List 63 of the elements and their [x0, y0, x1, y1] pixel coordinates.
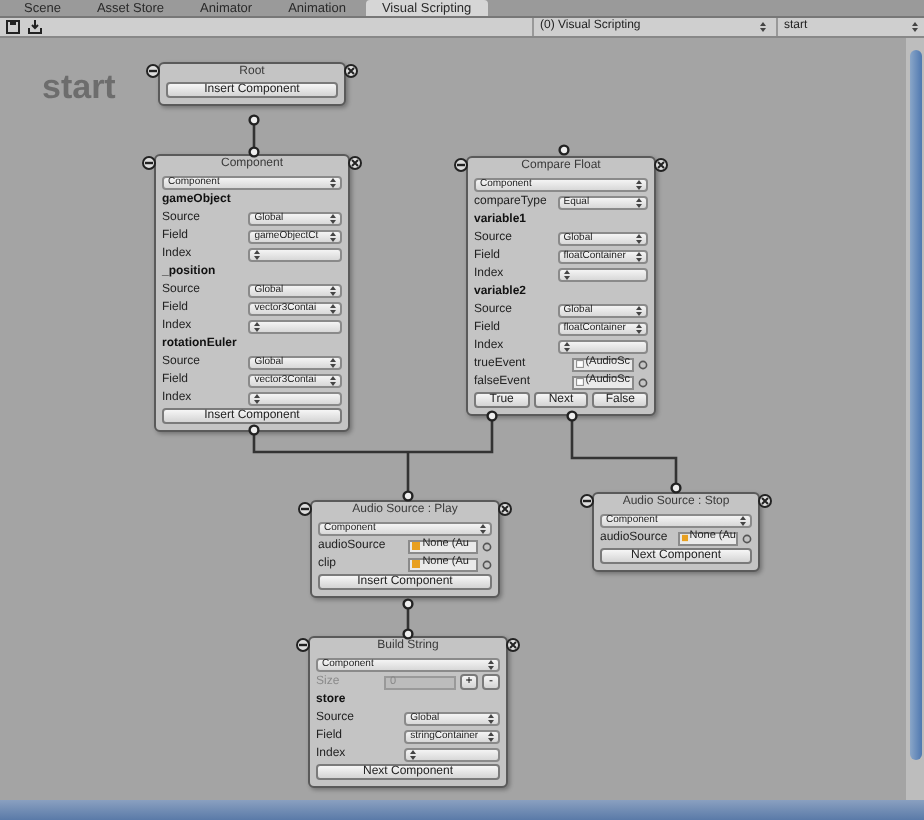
audio-object-icon	[681, 534, 688, 542]
dropdown-arrow-icon	[254, 393, 261, 403]
dropdown-arrow-icon	[636, 323, 642, 333]
dropdown-arrow-icon	[330, 357, 336, 367]
close-icon[interactable]	[348, 156, 362, 170]
port-icon[interactable]	[248, 114, 260, 126]
dropdown-arrow-icon	[254, 321, 261, 331]
dropdown-arrow-icon	[912, 22, 918, 32]
dropdown-arrow-icon	[330, 177, 336, 187]
dropdown-arrow-icon	[563, 341, 570, 351]
scrollbar-thumb[interactable]	[909, 50, 921, 760]
dropdown-arrow-icon	[330, 213, 336, 223]
collapse-icon[interactable]	[298, 502, 312, 516]
dropdown-arrow-icon	[636, 251, 642, 261]
port-icon[interactable]	[566, 410, 578, 422]
value-select[interactable]	[557, 339, 648, 353]
dropdown-arrow-icon	[330, 303, 336, 313]
dropdown-arrow-icon	[488, 659, 494, 669]
checkbox-icon	[575, 378, 584, 386]
export-icon[interactable]	[26, 18, 44, 36]
port-icon[interactable]	[670, 482, 682, 494]
port-icon[interactable]	[402, 598, 414, 610]
dropdown-arrow-icon	[636, 179, 642, 189]
dropdown-arrow-icon	[480, 523, 486, 533]
audio-object-icon	[412, 560, 421, 568]
value-select[interactable]	[557, 267, 648, 281]
dropdown-arrow-icon	[563, 269, 570, 279]
collapse-icon[interactable]	[454, 158, 468, 172]
close-icon[interactable]	[506, 638, 520, 652]
close-icon[interactable]	[758, 494, 772, 508]
dropdown-arrow-icon	[488, 713, 494, 723]
dropdown-arrow-icon	[330, 231, 336, 241]
dropdown-arrow-icon	[760, 22, 766, 32]
dropdown-arrow-icon	[254, 249, 261, 259]
port-icon[interactable]	[402, 490, 414, 502]
dropdown-arrow-icon	[330, 285, 336, 295]
port-icon[interactable]	[486, 410, 498, 422]
value-select[interactable]	[248, 391, 342, 405]
port-icon[interactable]	[248, 424, 260, 436]
value-select[interactable]	[248, 247, 342, 261]
dropdown-arrow-icon	[410, 749, 417, 759]
checkbox-icon	[575, 360, 584, 368]
target-icon[interactable]	[742, 533, 752, 543]
port-icon[interactable]	[402, 628, 414, 640]
collapse-icon[interactable]	[296, 638, 310, 652]
dropdown-arrow-icon	[740, 515, 746, 525]
value-select[interactable]	[404, 747, 500, 761]
dropdown-arrow-icon	[636, 197, 642, 207]
collapse-icon[interactable]	[142, 156, 156, 170]
dropdown-arrow-icon	[636, 305, 642, 315]
port-icon[interactable]	[248, 146, 260, 158]
audio-object-icon	[412, 542, 421, 550]
dropdown-arrow-icon	[488, 731, 494, 741]
save-icon[interactable]	[4, 18, 22, 36]
collapse-icon[interactable]	[580, 494, 594, 508]
collapse-icon[interactable]	[146, 64, 160, 78]
close-icon[interactable]	[498, 502, 512, 516]
port-icon[interactable]	[558, 144, 570, 156]
close-icon[interactable]	[654, 158, 668, 172]
dropdown-arrow-icon	[330, 375, 336, 385]
dropdown-arrow-icon	[636, 233, 642, 243]
value-select[interactable]	[248, 319, 342, 333]
close-icon[interactable]	[344, 64, 358, 78]
